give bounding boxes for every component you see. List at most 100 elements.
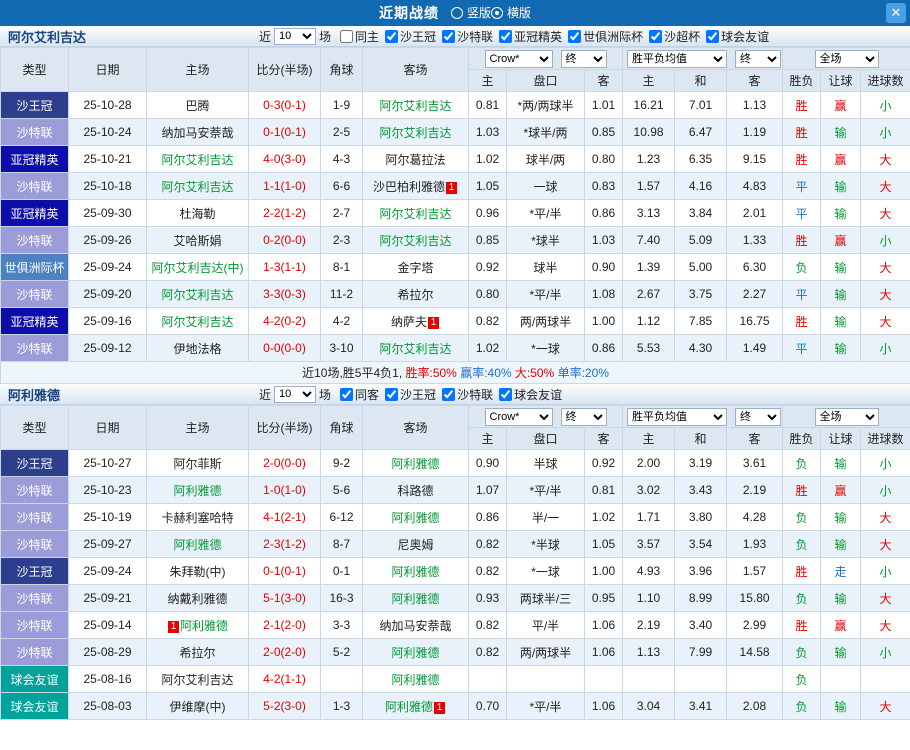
filter-checkbox[interactable] [442,29,456,43]
filter-option[interactable]: 沙王冠 [385,386,436,403]
filter-checkbox[interactable] [442,387,456,401]
odds-stage-select[interactable]: 终 [560,407,607,426]
odds-company-select[interactable]: Crow* [484,407,553,426]
wdl-result-cell: 负 [782,692,822,720]
team-name-text: 金字塔 [397,260,434,275]
games-count-select[interactable]: 10 [274,27,317,45]
scope-select[interactable]: 全场 [814,49,879,68]
games-label: 场 [319,29,332,44]
eu-away-odds-cell: 15.80 [726,584,784,612]
league-type-cell: 沙特联 [0,334,69,362]
scope-select[interactable]: 全场 [814,407,879,426]
date-cell: 25-09-14 [68,611,147,639]
away-team-cell: 科路德 [362,476,469,504]
eu-home-odds-cell: 2.19 [622,611,676,639]
filter-option[interactable]: 沙超杯 [649,28,700,45]
filter-option[interactable]: 同客 [340,386,379,403]
column-header: 类型 [0,405,69,450]
score-cell: 2-3(1-2) [248,530,321,558]
eu-home-odds-cell: 1.71 [622,503,676,531]
games-count-select[interactable]: 10 [274,385,317,403]
handicap-result-cell: 输 [820,584,862,612]
away-team-cell: 阿利雅德 [362,638,469,666]
handicap-result-cell: 输 [820,280,862,308]
eu-home-odds-cell: 3.02 [622,476,676,504]
europe-mean-select[interactable]: 胜平负均值 [627,49,728,68]
column-subheader: 客 [726,69,784,92]
eu-away-odds-cell: 1.13 [726,91,784,119]
wdl-result-cell: 胜 [782,145,822,173]
filter-option[interactable]: 球会友谊 [499,386,562,403]
ah-handicap-cell: *一球 [506,334,585,362]
wdl-result-cell: 负 [782,503,822,531]
ah-handicap-cell: *平/半 [506,280,585,308]
filter-option[interactable]: 世俱洲际杯 [568,28,643,45]
column-subheader: 进球数 [860,427,910,450]
filter-checkbox[interactable] [499,29,513,43]
filter-option[interactable]: 亚冠精英 [499,28,562,45]
score-cell: 0-2(0-0) [248,226,321,254]
filter-option[interactable]: 球会友谊 [706,28,769,45]
away-team-cell: 阿利雅德 [362,584,469,612]
team-name-text: 希拉尔 [179,645,216,660]
team-name-text: 阿利雅德 [391,456,440,471]
layout-radio[interactable]: 竖版 [450,4,491,21]
odds-company-select[interactable]: Crow* [484,49,553,68]
team-name-text: 尼奥姆 [397,537,434,552]
eu-away-odds-cell: 2.99 [726,611,784,639]
filter-checkbox[interactable] [649,29,663,43]
handicap-result-cell: 走 [820,557,862,585]
ah-home-odds-cell: 0.82 [468,307,507,335]
eu-home-odds-cell: 2.00 [622,449,676,477]
europe-stage-select[interactable]: 终 [735,407,782,426]
filter-checkbox[interactable] [385,387,399,401]
ah-away-odds-cell: 0.80 [583,145,624,173]
filter-option[interactable]: 同主 [340,28,379,45]
eu-draw-odds-cell: 6.35 [674,145,728,173]
team-name-text: 阿尔艾利吉达 [161,672,234,687]
corners-cell: 3-10 [320,334,363,362]
europe-stage-select[interactable]: 终 [735,49,782,68]
filter-checkbox[interactable] [340,387,354,401]
home-team-cell: 纳加马安萘哉 [146,118,249,146]
handicap-result-cell: 输 [820,334,862,362]
score-cell: 0-1(0-1) [248,557,321,585]
goals-result-cell: 大 [860,530,910,558]
europe-mean-select[interactable]: 胜平负均值 [627,407,728,426]
handicap-result-cell: 输 [820,638,862,666]
table-row: 沙特联 25-10-24 纳加马安萘哉 0-1(0-1) 2-5 阿尔艾利吉达 1.03 *球… [0,118,910,146]
filter-checkbox[interactable] [706,29,720,43]
eu-draw-odds-cell: 3.43 [674,476,728,504]
eu-home-odds-cell: 1.10 [622,584,676,612]
column-header: 主场 [146,47,249,92]
team-name-text: 阿利雅德 [391,645,440,660]
filter-option[interactable]: 沙特联 [442,28,493,45]
goals-result-cell: 大 [860,199,910,227]
eu-away-odds-cell: 2.01 [726,199,784,227]
corners-cell: 5-2 [320,638,363,666]
ah-home-odds-cell: 1.07 [468,476,507,504]
filter-option[interactable]: 沙王冠 [385,28,436,45]
score-cell: 2-1(2-0) [248,611,321,639]
column-subheader: 胜负 [782,69,822,92]
date-cell: 25-09-24 [68,253,147,281]
away-team-cell: 沙巴柏利雅德 1 [362,172,469,200]
close-button[interactable]: ✕ [886,3,906,23]
team-name-text: 科路德 [397,483,434,498]
filter-label: 球会友谊 [721,29,770,44]
odds-stage-select[interactable]: 终 [560,49,607,68]
filter-checkbox[interactable] [385,29,399,43]
filter-checkbox[interactable] [568,29,582,43]
date-cell: 25-10-27 [68,449,147,477]
filter-option[interactable]: 沙特联 [442,386,493,403]
filter-checkbox[interactable] [499,387,513,401]
header-select-group: 胜平负均值终 [622,405,784,428]
team-sections: 阿尔艾利吉达近 10 场同主 沙王冠 沙特联 亚冠精英 世俱洲际杯 沙超杯 球会友谊 类型 日期 主场… [0,26,910,720]
column-subheader: 盘口 [506,427,585,450]
column-subheader: 主 [622,427,676,450]
filter-checkbox[interactable] [340,29,354,43]
wdl-result-cell: 胜 [782,557,822,585]
header-select-group: Crow* 终 [467,47,624,70]
league-type-cell: 沙特联 [0,172,69,200]
layout-radio[interactable]: 横版 [491,4,531,21]
